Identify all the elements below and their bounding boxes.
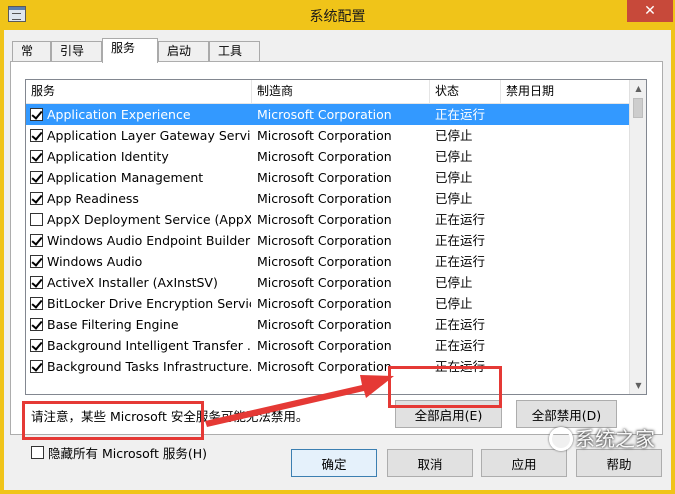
watermark-logo-icon — [545, 423, 573, 451]
system-config-window: 系统配置 ✕ 常规 引导 服务 启动 工具 服务 制造商 状态 禁用日期 App… — [0, 0, 675, 494]
tab-services[interactable]: 服务 — [102, 38, 158, 63]
watermark: 系统之家 — [545, 414, 671, 460]
watermark-text: 系统之家 — [575, 426, 655, 451]
